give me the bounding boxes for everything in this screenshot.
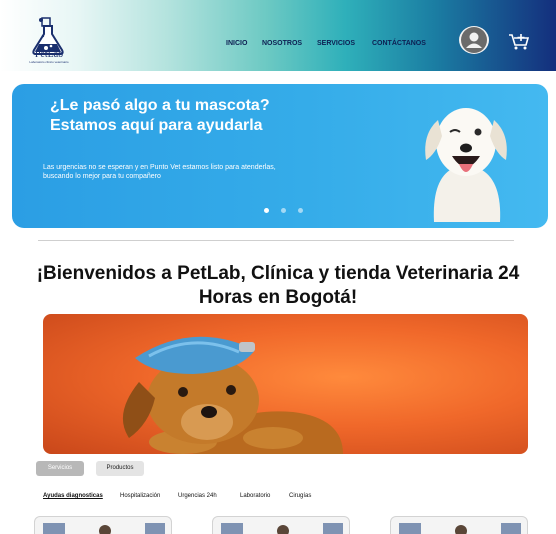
subtab-cirugias[interactable]: Cirugías xyxy=(289,493,311,499)
logo-tagline: Laboratorio clinico veterinario xyxy=(29,60,69,64)
site-header: PetLab Laboratorio clinico veterinario I… xyxy=(0,0,556,71)
subtab-laboratorio[interactable]: Laboratorio xyxy=(240,493,270,499)
nav-nosotros[interactable]: NOSOTROS xyxy=(262,40,302,47)
welcome-heading: ¡Bienvenidos a PetLab, Clínica y tienda … xyxy=(36,263,520,308)
happy-dog-image xyxy=(425,108,507,222)
section-divider xyxy=(38,240,514,241)
tab-servicios[interactable]: Servicios xyxy=(36,461,84,476)
hero-banner[interactable]: ¿Le pasó algo a tu mascota? Estamos aquí… xyxy=(12,84,548,228)
service-card[interactable] xyxy=(212,516,350,534)
user-account-icon[interactable] xyxy=(459,26,489,54)
add-to-cart-icon[interactable] xyxy=(508,33,530,51)
clinic-photo-icon xyxy=(399,523,521,534)
logo-wordmark: PetLab xyxy=(34,49,64,60)
nav-contactanos[interactable]: CONTÁCTANOS xyxy=(372,40,426,47)
nav-servicios[interactable]: SERVICIOS xyxy=(317,40,355,47)
clinic-photo-icon xyxy=(43,523,165,534)
subtab-urgencias[interactable]: Urgencias 24h xyxy=(178,493,217,499)
hero-description: Las urgencias no se esperan y en Punto V… xyxy=(43,164,276,180)
sick-dog-banner-image xyxy=(43,314,528,454)
service-card[interactable] xyxy=(390,516,528,534)
subtab-hospitalizacion[interactable]: Hospitalización xyxy=(120,493,160,499)
clinic-photo-icon xyxy=(221,523,343,534)
tab-productos[interactable]: Productos xyxy=(96,461,144,476)
subtab-ayudas-diagnosticas[interactable]: Ayudas diagnosticas xyxy=(43,493,103,499)
carousel-dot-2[interactable] xyxy=(281,208,286,213)
nav-inicio[interactable]: INICIO xyxy=(226,40,247,47)
carousel-dot-1[interactable] xyxy=(264,208,269,213)
service-card[interactable] xyxy=(34,516,172,534)
hero-title: ¿Le pasó algo a tu mascota? Estamos aquí… xyxy=(50,97,270,134)
carousel-dot-3[interactable] xyxy=(298,208,303,213)
